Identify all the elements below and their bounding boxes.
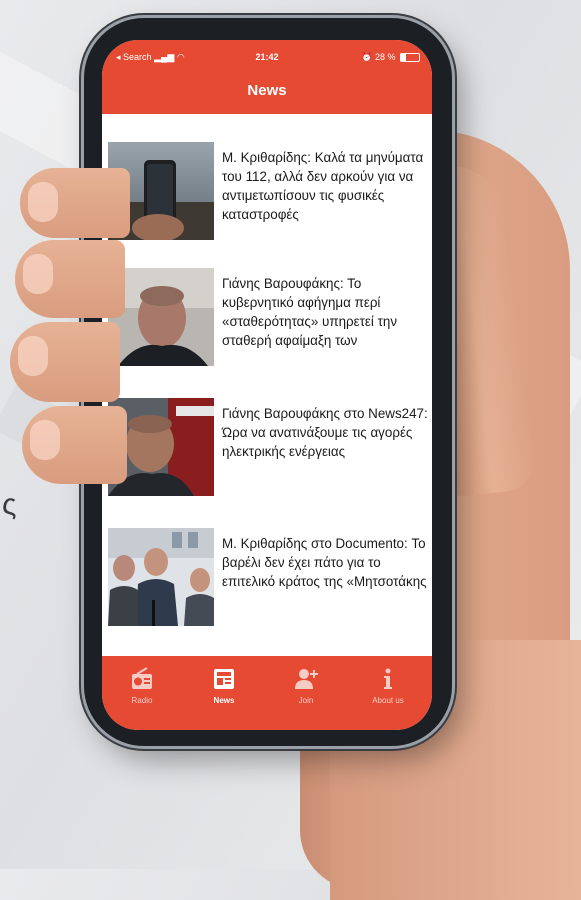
- tab-label: About us: [372, 696, 404, 705]
- radio-icon: [132, 667, 152, 689]
- status-battery: ⏰ 28 %: [361, 52, 420, 63]
- news-item[interactable]: Μ. Κριθαρίδης στο Documento: Το βαρέλι δ…: [106, 528, 428, 632]
- add-user-icon: [295, 669, 318, 689]
- tab-about[interactable]: About us: [358, 666, 418, 705]
- article-headline[interactable]: Μ. Κριθαρίδης στο Documento: Το βαρέλι δ…: [222, 534, 432, 591]
- news-item[interactable]: Γιάνης Βαρουφάκης: Το κυβερνητικό αφήγημ…: [106, 268, 428, 372]
- cropped-text-fragment: ς: [2, 488, 17, 521]
- tab-radio[interactable]: Radio: [112, 666, 172, 705]
- article-headline[interactable]: Μ. Κριθαρίδης: Καλά τα μηνύματα του 112,…: [222, 148, 432, 224]
- info-icon: [384, 668, 392, 689]
- tab-label: News: [213, 696, 235, 705]
- hand-finger: [15, 240, 125, 318]
- article-headline[interactable]: Γιάνης Βαρουφάκης στο News247: Ώρα να αν…: [222, 404, 432, 461]
- hand-finger: [22, 406, 127, 484]
- app-screen: ◂ Search ▂▄▆ ◠ 21:42 ⏰ 28 % News Μ. Κριθ…: [102, 40, 432, 730]
- status-bar: ◂ Search ▂▄▆ ◠ 21:42 ⏰ 28 %: [102, 52, 432, 66]
- news-item[interactable]: Γιάνης Βαρουφάκης στο News247: Ώρα να αν…: [106, 398, 428, 502]
- news-item[interactable]: Μ. Κριθαρίδης: Καλά τα μηνύματα του 112,…: [106, 142, 428, 246]
- bottom-tab-bar: Radio News Join About us: [102, 656, 432, 730]
- hand-finger: [20, 168, 130, 238]
- page-title: News: [247, 82, 287, 99]
- tab-label: Join: [298, 696, 314, 705]
- tab-label: Radio: [131, 696, 153, 705]
- battery-percent: 28 %: [374, 52, 396, 62]
- tab-join[interactable]: Join: [276, 666, 336, 705]
- app-header: ◂ Search ▂▄▆ ◠ 21:42 ⏰ 28 % News: [102, 40, 432, 114]
- article-headline[interactable]: Γιάνης Βαρουφάκης: Το κυβερνητικό αφήγημ…: [222, 274, 432, 350]
- tab-news[interactable]: News: [194, 666, 254, 705]
- hand-finger: [10, 322, 120, 402]
- alarm-icon: ⏰: [361, 52, 373, 62]
- news-icon: [214, 669, 234, 689]
- news-list[interactable]: Μ. Κριθαρίδης: Καλά τα μηνύματα του 112,…: [102, 114, 432, 656]
- article-thumbnail: [108, 528, 214, 626]
- battery-icon: [400, 53, 420, 63]
